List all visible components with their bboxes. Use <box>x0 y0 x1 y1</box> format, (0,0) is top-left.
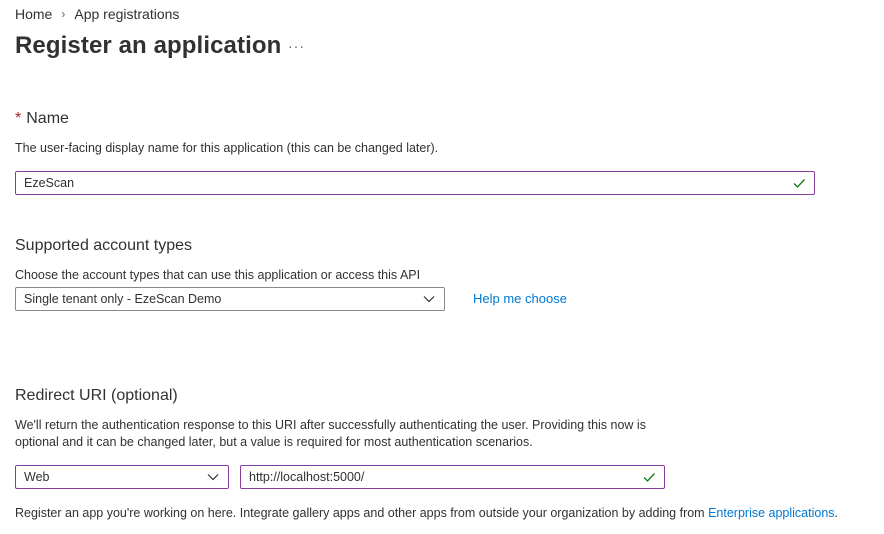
breadcrumb-app-registrations[interactable]: App registrations <box>74 6 179 22</box>
breadcrumb-separator: › <box>61 7 66 21</box>
account-types-dropdown[interactable]: Single tenant only - EzeScan Demo <box>15 287 445 311</box>
footer-description: Register an app you're working on here. … <box>15 506 709 520</box>
redirect-uri-input[interactable]: http://localhost:5000/ <box>240 465 665 489</box>
breadcrumb: Home › App registrations <box>15 6 179 22</box>
name-section-title: * Name <box>15 110 69 128</box>
chevron-down-icon <box>207 474 219 481</box>
name-description: The user-facing display name for this ap… <box>15 141 439 155</box>
platform-selected: Web <box>24 470 50 484</box>
name-input-value: EzeScan <box>24 176 75 190</box>
check-icon <box>643 473 655 482</box>
name-label: Name <box>26 110 69 127</box>
chevron-down-icon <box>423 296 435 303</box>
platform-dropdown[interactable]: Web <box>15 465 229 489</box>
redirect-uri-description-line1: We'll return the authentication response… <box>15 418 646 432</box>
page-title: Register an application <box>15 32 282 59</box>
footer-text: Register an app you're working on here. … <box>15 504 838 522</box>
more-options-button[interactable]: ··· <box>288 38 305 54</box>
footer-period: . <box>834 506 839 520</box>
redirect-uri-description-line2: optional and it can be changed later, bu… <box>15 435 533 449</box>
account-types-selected: Single tenant only - EzeScan Demo <box>24 292 222 306</box>
account-types-title: Supported account types <box>15 237 193 254</box>
required-marker: * <box>15 110 22 127</box>
breadcrumb-home[interactable]: Home <box>15 6 52 22</box>
redirect-uri-value: http://localhost:5000/ <box>249 470 365 484</box>
enterprise-applications-link[interactable]: Enterprise applications <box>708 506 834 520</box>
redirect-uri-title: Redirect URI (optional) <box>15 387 178 404</box>
check-icon <box>793 179 805 188</box>
account-types-description: Choose the account types that can use th… <box>15 268 421 282</box>
help-me-choose-link[interactable]: Help me choose <box>473 291 567 306</box>
name-input[interactable]: EzeScan <box>15 171 815 195</box>
